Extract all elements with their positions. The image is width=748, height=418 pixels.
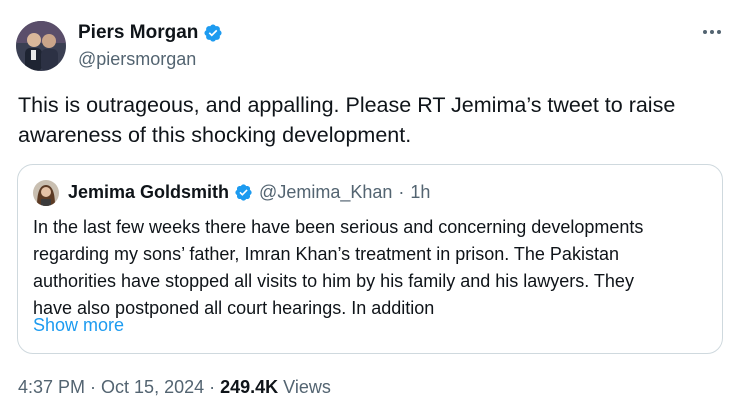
tweet-text: This is outrageous, and appalling. Pleas… [18,93,676,147]
views-label[interactable]: Views [283,377,331,398]
author-name[interactable]: Piers Morgan [78,22,198,44]
separator-dot: · [209,377,216,397]
quoted-tweet-text: In the last few weeks there have been se… [33,214,713,322]
author-handle[interactable]: @piersmorgan [78,49,196,70]
separator-dot: · [398,182,405,202]
quoted-tweet-card[interactable]: Jemima Goldsmith @Jemima_Khan · 1h In th… [17,164,723,354]
tweet-time[interactable]: 4:37 PM [18,377,85,398]
quoted-author-name: Jemima Goldsmith [68,182,230,202]
quoted-text-line: have also postponed all court hearings. … [33,298,435,318]
quoted-text-line: In the last few weeks there have been se… [33,217,644,237]
verified-badge-icon [203,23,223,43]
quoted-text-line: regarding my sons’ father, Imran Khan’s … [33,244,619,264]
tweet-meta: 4:37 PM · Oct 15, 2024 · 249.4K Views [18,377,331,398]
show-more-link[interactable]: Show more [33,315,124,336]
tweet-date[interactable]: Oct 15, 2024 [101,377,204,398]
tweet: Piers Morgan @piersmorgan This is outrag… [0,0,748,418]
quoted-text-line: authorities have stopped all visits to h… [33,271,634,291]
more-options-button[interactable] [698,18,726,46]
quoted-author-handle: @Jemima_Khan [259,182,393,202]
quoted-tweet-header: Jemima Goldsmith @Jemima_Khan · 1h [68,182,430,203]
author-avatar[interactable] [16,21,66,71]
verified-badge-icon [234,183,253,202]
quoted-tweet-time: 1h [410,182,431,202]
separator-dot: · [90,377,97,397]
views-count[interactable]: 249.4K [220,377,278,398]
quoted-author-avatar[interactable] [33,180,59,206]
more-options-icon [703,30,721,34]
author-name-row[interactable]: Piers Morgan [78,22,223,44]
